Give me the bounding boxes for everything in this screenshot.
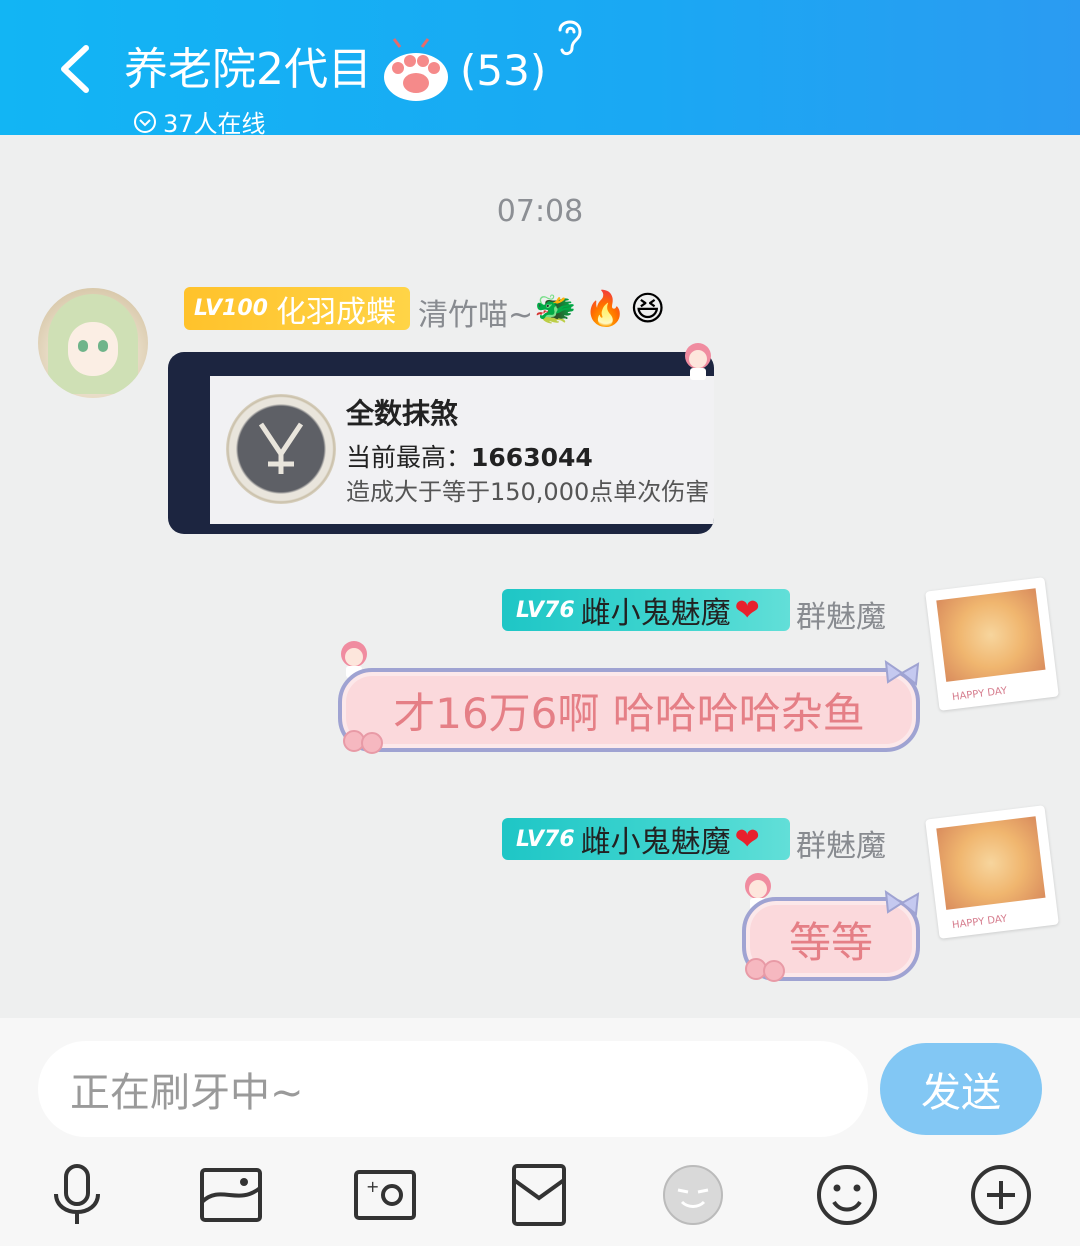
group-title: 养老院2代目 xyxy=(124,44,372,95)
message-bubble[interactable]: 才16万6啊 哈哈哈哈杂鱼 xyxy=(338,668,920,752)
achievement-best-value: 1663044 xyxy=(471,443,593,472)
laughing-face-icon: 😆 xyxy=(630,289,666,329)
image-icon[interactable] xyxy=(194,1158,268,1232)
sender-name[interactable]: 群魅魔 xyxy=(796,592,886,636)
berry-decoration-icon xyxy=(745,958,785,982)
composer: 正在刷牙中~ 发送 + xyxy=(0,1018,1080,1246)
chat-header: 养老院2代目 (53) 37人在线 xyxy=(0,0,1080,138)
level-title: 化羽成蝶 xyxy=(275,294,396,330)
member-level-badge[interactable]: LV76 雌小鬼魅魔 ❤ xyxy=(502,818,790,860)
achievement-card-image[interactable]: 全数抹煞 当前最高：1663044 造成大于等于150,000点单次伤害 xyxy=(168,352,714,534)
bow-decoration-icon xyxy=(884,659,920,686)
online-status[interactable]: 37人在线 xyxy=(133,104,266,139)
red-packet-icon[interactable] xyxy=(502,1158,576,1232)
level-title: 雌小鬼魅魔 xyxy=(580,825,731,860)
heart-icon: ❤ xyxy=(734,821,760,857)
level-title: 雌小鬼魅魔 xyxy=(580,596,731,631)
microphone-icon[interactable] xyxy=(40,1158,114,1232)
avatar-caption: HAPPY DAY xyxy=(951,913,1008,932)
message-timestamp: 07:08 xyxy=(496,194,584,229)
berry-decoration-icon xyxy=(343,730,383,754)
camera-icon[interactable]: + xyxy=(348,1158,422,1232)
member-count: (53) xyxy=(460,45,547,95)
group-title-row[interactable]: 养老院2代目 (53) xyxy=(124,38,547,101)
plus-icon[interactable] xyxy=(964,1158,1038,1232)
sender-avatar[interactable]: HAPPY DAY xyxy=(925,805,1059,939)
sender-avatar[interactable]: HAPPY DAY xyxy=(925,577,1059,711)
ear-icon[interactable] xyxy=(550,14,590,58)
chevron-circle-icon xyxy=(134,110,156,133)
send-button[interactable]: 发送 xyxy=(880,1043,1042,1135)
achievement-best: 当前最高：1663044 xyxy=(346,443,593,472)
heart-icon: ❤ xyxy=(734,592,760,628)
level-label: LV100 xyxy=(194,296,268,321)
fire-icon: 🔥 xyxy=(584,289,627,329)
sender-name[interactable]: 清竹喵~ xyxy=(418,290,533,334)
svg-text:+: + xyxy=(366,1177,379,1196)
member-level-badge[interactable]: LV100 化羽成蝶 xyxy=(184,287,410,330)
message-input-value: 正在刷牙中~ xyxy=(70,1070,304,1116)
member-level-badge[interactable]: LV76 雌小鬼魅魔 ❤ xyxy=(502,589,790,631)
emoji-icon[interactable] xyxy=(810,1158,884,1232)
level-label: LV76 xyxy=(516,826,575,852)
sender-avatar[interactable] xyxy=(38,288,148,398)
level-label: LV76 xyxy=(516,597,575,623)
achievement-title: 全数抹煞 xyxy=(346,397,459,430)
sticker-face-icon[interactable] xyxy=(656,1158,730,1232)
achievement-medal-icon xyxy=(226,394,336,504)
bow-decoration-icon xyxy=(884,889,920,916)
sender-name[interactable]: 群魅魔 xyxy=(796,821,886,865)
online-count: 37人在线 xyxy=(163,110,266,138)
avatar-caption: HAPPY DAY xyxy=(951,685,1008,704)
message-input[interactable]: 正在刷牙中~ xyxy=(38,1041,868,1137)
chibi-sticker-icon xyxy=(685,343,711,380)
dragon-icon: 🐲 xyxy=(534,289,577,329)
back-arrow-icon[interactable] xyxy=(52,42,102,96)
achievement-description: 造成大于等于150,000点单次伤害 xyxy=(346,478,710,506)
cat-paw-icon xyxy=(384,38,448,101)
